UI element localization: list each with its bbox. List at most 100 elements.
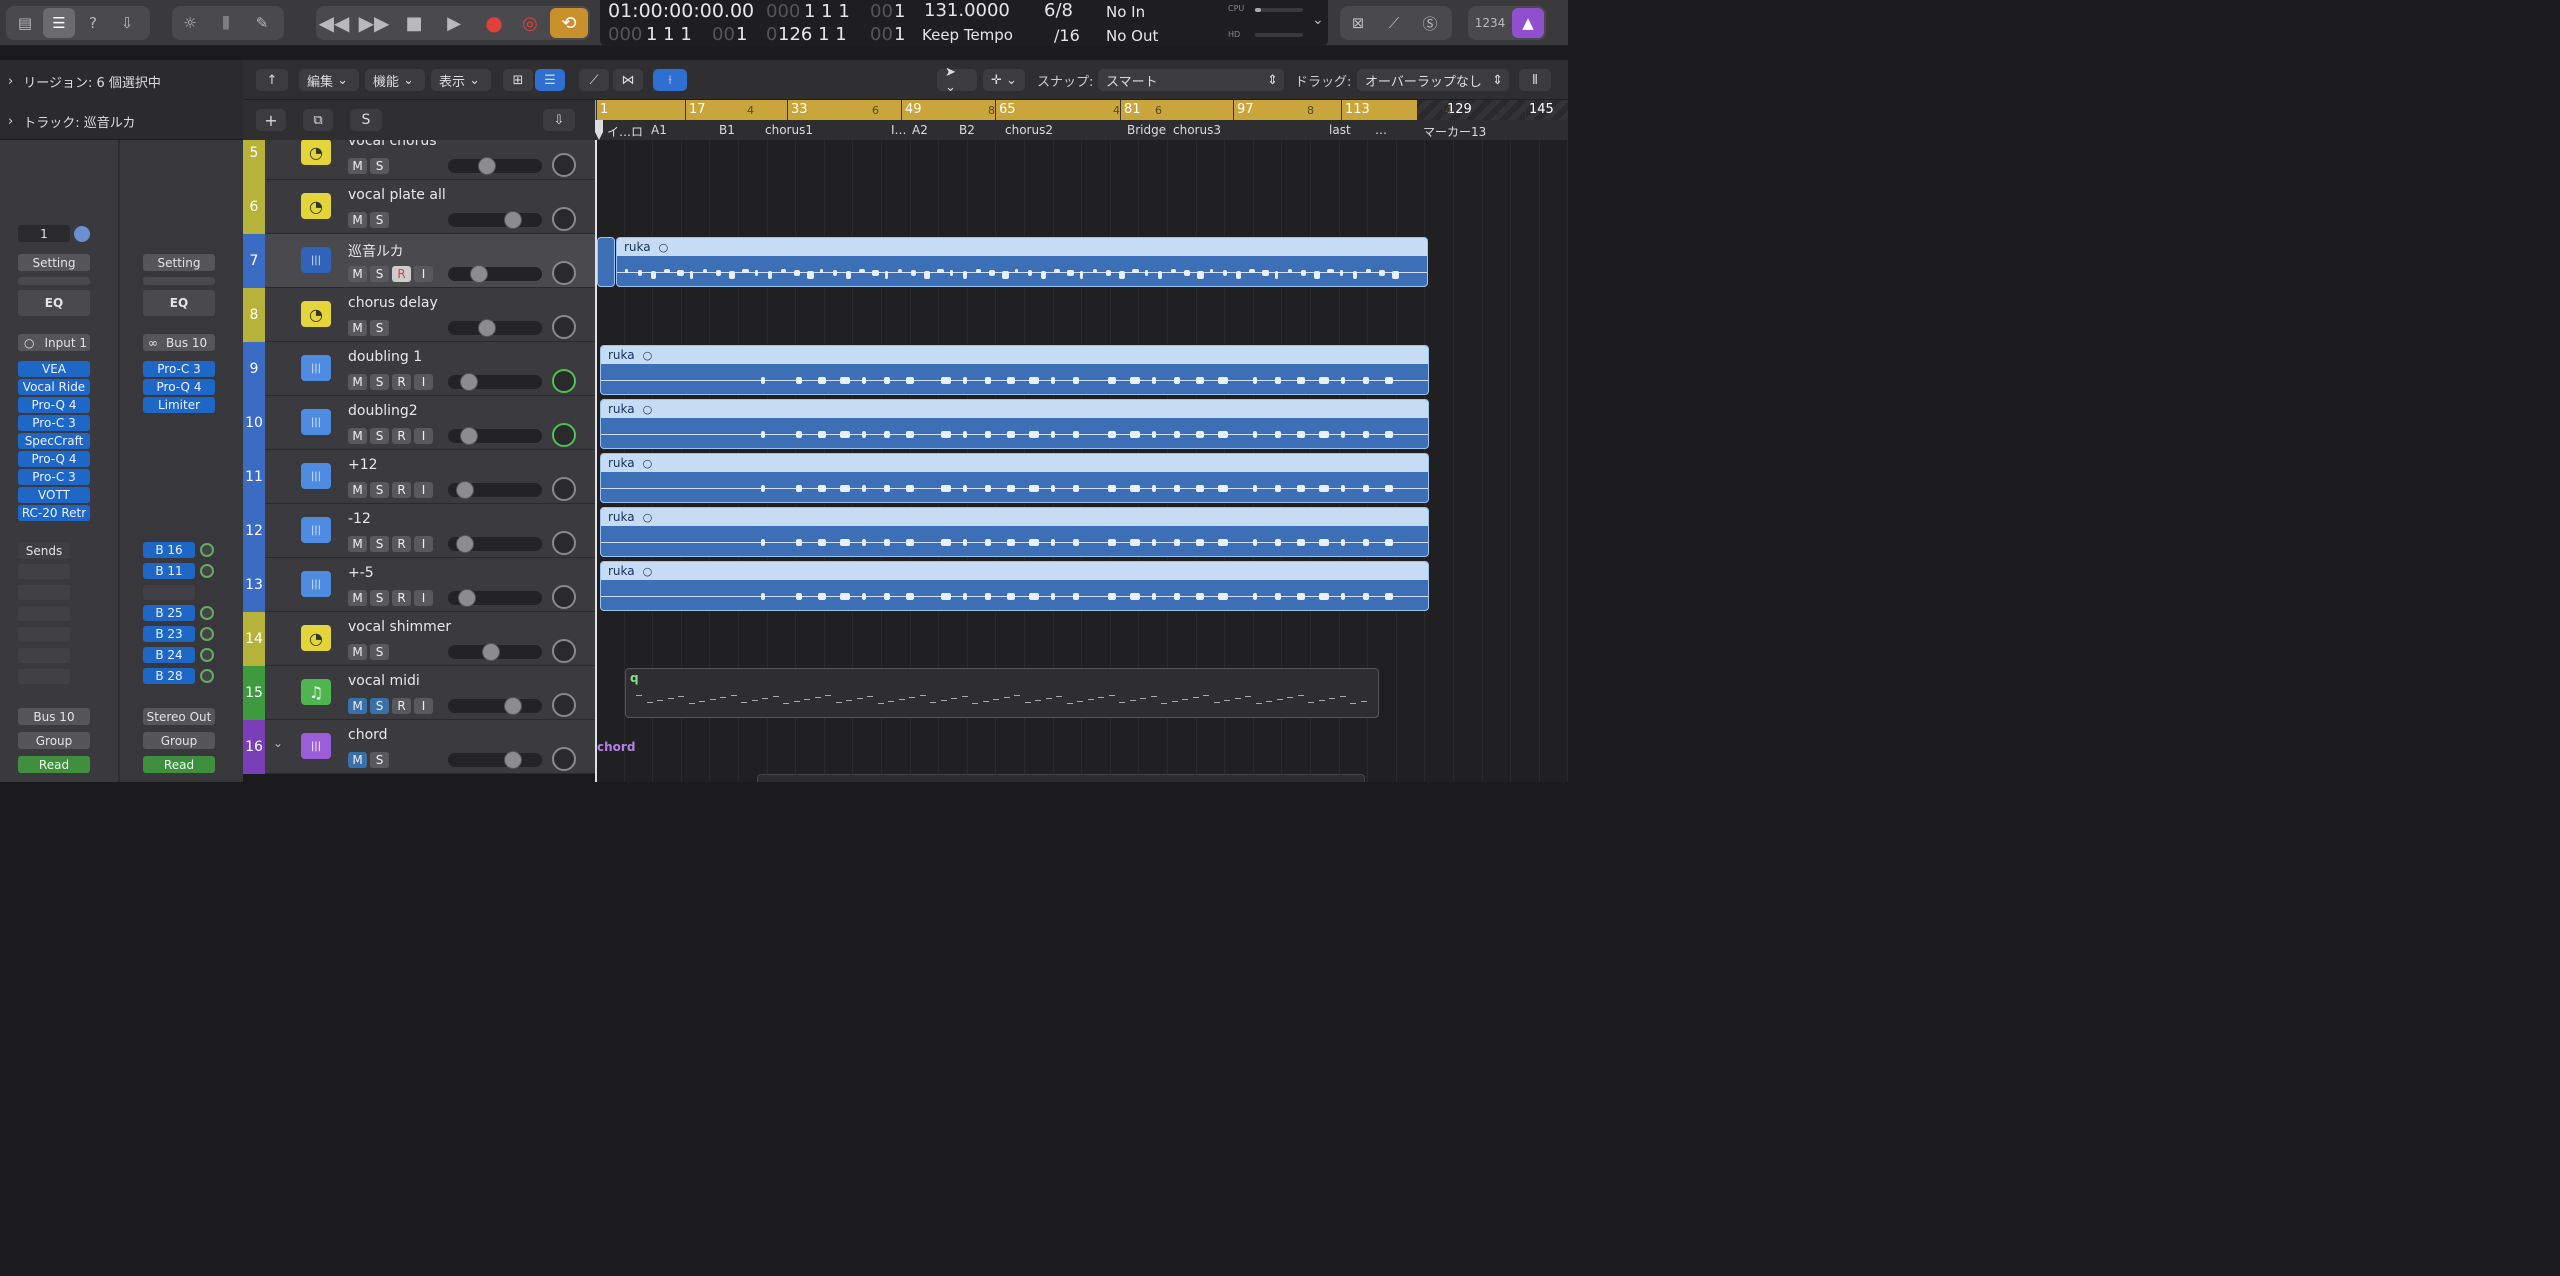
volume-fader[interactable] <box>448 481 542 499</box>
arrange-area[interactable]: ruka ○ ruka ○ ruka ○ ruka ○ ruka ○ ruka ○ q chord <box>595 140 1568 782</box>
track-header[interactable]: 16 ⌄ ||| chord M S <box>243 720 595 774</box>
marker-label[interactable]: B2 <box>959 123 975 137</box>
time-signature[interactable]: 6/8 <box>1044 0 1073 21</box>
input-slot[interactable]: ○ Input 1 <box>18 334 90 351</box>
help-icon[interactable]: ? <box>77 8 109 38</box>
solo-button[interactable]: S <box>370 266 389 282</box>
audio-region[interactable]: ruka ○ <box>600 507 1429 557</box>
pan-knob[interactable] <box>552 261 576 285</box>
midi-region[interactable]: q <box>625 668 1379 718</box>
lcd-display[interactable]: 01:00:00:00.00 000 1 1 1 00 1 000 1 1 1 … <box>600 0 1328 46</box>
eq-thumbnail[interactable] <box>18 277 90 285</box>
plugin-slot[interactable]: Pro-C 3 <box>18 415 90 431</box>
send-slot[interactable]: B 28 <box>143 668 195 684</box>
track-header[interactable]: 9 ||| doubling 1 MSRI <box>243 342 595 396</box>
fader-knob[interactable] <box>478 157 496 175</box>
fader-knob[interactable] <box>504 697 522 715</box>
plugin-slot[interactable]: Pro-Q 4 <box>143 379 215 395</box>
send-slot[interactable]: B 23 <box>143 626 195 642</box>
chevron-right-icon[interactable]: › <box>8 114 13 129</box>
plugin-slot[interactable]: Pro-Q 4 <box>18 397 90 413</box>
mixer-icon[interactable]: ⫼ <box>210 8 242 38</box>
group-slot[interactable]: Group <box>143 732 215 749</box>
pan-knob[interactable] <box>552 585 576 609</box>
solo-button[interactable]: S <box>370 212 389 228</box>
track-name[interactable]: vocal chorus <box>348 140 437 149</box>
input-monitor-button[interactable]: I <box>414 428 433 444</box>
mute-button[interactable]: M <box>348 752 367 768</box>
marker-track[interactable]: イ…ロ A1 B1 chorus1 I… A2 B2 chorus2 Bridge chorus3… <box>595 120 1568 140</box>
grid-icon[interactable]: ⊞ <box>503 69 533 91</box>
marker-label[interactable]: chorus1 <box>765 123 813 137</box>
automation-mode[interactable]: Read <box>143 756 215 773</box>
close-square-icon[interactable]: ⊠ <box>1342 8 1374 38</box>
solo-button[interactable]: S <box>370 644 389 660</box>
input-monitor-button[interactable]: I <box>414 590 433 606</box>
tempo-mode[interactable]: Keep Tempo <box>922 26 1013 44</box>
score-icon[interactable]: Ⓢ <box>1414 8 1446 38</box>
function-menu[interactable]: 機能 ⌄ <box>365 69 425 91</box>
volume-fader[interactable] <box>448 589 542 607</box>
track-name[interactable]: vocal shimmer <box>348 619 451 635</box>
mute-button[interactable]: M <box>348 698 367 714</box>
track-header[interactable]: 8 ◔ chorus delay M S <box>243 288 595 342</box>
library-icon[interactable]: ▤ <box>9 8 41 38</box>
pan-knob[interactable] <box>552 315 576 339</box>
mute-button[interactable]: M <box>348 320 367 336</box>
fader-knob[interactable] <box>470 265 488 283</box>
input-monitor-button[interactable]: I <box>414 698 433 714</box>
plugin-slot[interactable]: Vocal Ride <box>18 379 90 395</box>
marker-label[interactable]: A2 <box>912 123 928 137</box>
volume-fader[interactable] <box>448 643 542 661</box>
track-header[interactable]: 14 ◔ vocal shimmer M S <box>243 612 595 666</box>
chevron-right-icon[interactable]: › <box>8 74 13 89</box>
track-name[interactable]: doubling 1 <box>348 349 422 365</box>
plugin-slot[interactable]: Pro-C 3 <box>18 469 90 485</box>
pan-knob[interactable] <box>552 747 576 771</box>
catch-icon[interactable]: ⟊ <box>653 69 687 91</box>
track-name[interactable]: +-5 <box>348 565 374 581</box>
plugin-slot[interactable]: VEA <box>18 361 90 377</box>
setting-button[interactable]: Setting <box>18 254 90 271</box>
send-slot[interactable] <box>18 564 70 579</box>
eq-thumbnail[interactable] <box>143 277 215 285</box>
send-level-knob[interactable] <box>200 669 214 683</box>
setting-button[interactable]: Setting <box>143 254 215 271</box>
fader-knob[interactable] <box>456 535 474 553</box>
mute-button[interactable]: M <box>348 590 367 606</box>
stop-icon[interactable]: ■ <box>398 8 430 38</box>
input-monitor-button[interactable]: I <box>414 482 433 498</box>
track-name[interactable]: doubling2 <box>348 403 418 419</box>
bar-ruler[interactable]: 1 17 33 49 65 81 97 113 129 145 4 6 8 4 6 8 4 <box>595 100 1568 120</box>
marker-label[interactable]: マーカー13 <box>1423 123 1486 140</box>
drag-select[interactable]: オーバーラップなし ⇕ <box>1357 69 1509 91</box>
solo-button[interactable]: S <box>370 428 389 444</box>
marker-label[interactable]: … <box>1375 123 1387 137</box>
plugin-slot[interactable]: RC-20 Retr <box>18 505 90 521</box>
track-name[interactable]: vocal plate all <box>348 187 446 203</box>
send-slot[interactable] <box>18 606 70 621</box>
send-slot[interactable]: B 24 <box>143 647 195 663</box>
solo-button[interactable]: S <box>370 590 389 606</box>
tuner-icon[interactable]: ⟋ <box>1378 8 1410 38</box>
track-header[interactable]: 10 ||| doubling2 M S R I <box>243 396 595 450</box>
pan-knob[interactable] <box>552 423 576 447</box>
automation-mode[interactable]: Read <box>18 756 90 773</box>
plugin-slot[interactable]: Pro-Q 4 <box>18 451 90 467</box>
crosshair-tool-icon[interactable]: ✛ ⌄ <box>983 69 1025 91</box>
audio-region-stub[interactable] <box>597 237 615 287</box>
pan-knob[interactable] <box>552 477 576 501</box>
mute-button[interactable]: M <box>348 158 367 174</box>
audio-region[interactable]: ruka ○ <box>600 399 1429 449</box>
track-header[interactable]: 13 ||| +-5 M S R I <box>243 558 595 612</box>
pointer-tool-icon[interactable]: ➤ ⌄ <box>937 65 977 95</box>
edit-menu[interactable]: 編集 ⌄ <box>299 69 359 91</box>
track-name[interactable]: chord <box>348 727 388 743</box>
send-slot[interactable]: B 11 <box>143 563 195 579</box>
fader-knob[interactable] <box>460 427 478 445</box>
send-level-knob[interactable] <box>200 543 214 557</box>
global-solo-button[interactable]: S <box>350 109 382 131</box>
record-enable-button[interactable]: R <box>392 374 411 390</box>
send-slot[interactable] <box>18 648 70 663</box>
fader-knob[interactable] <box>482 643 500 661</box>
